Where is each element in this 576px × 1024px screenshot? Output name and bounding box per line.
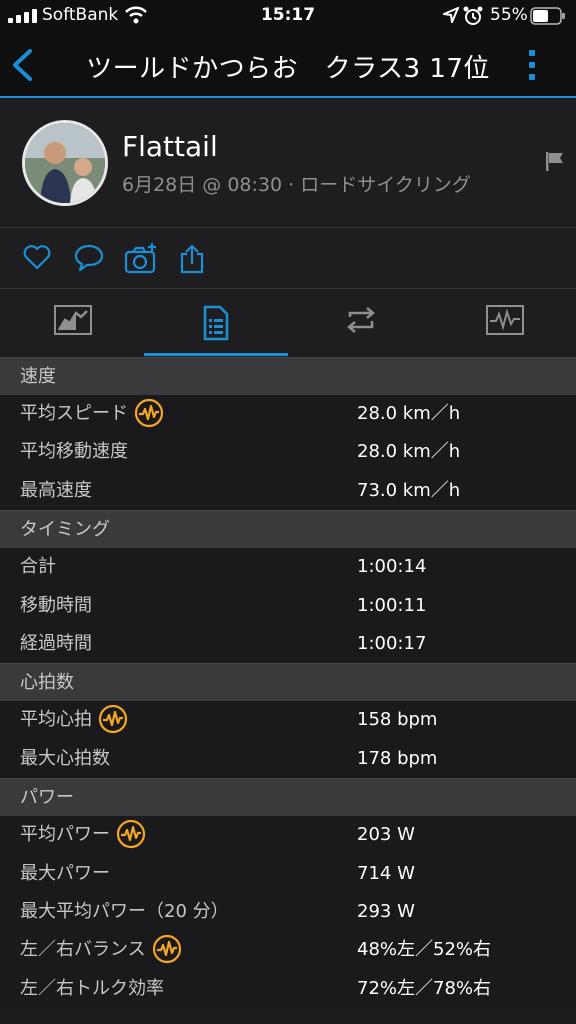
stat-label-text: 最大心拍数 (20, 747, 110, 769)
stat-row: 移動時間 1:00:11 (0, 586, 576, 625)
activity-title: ツールドかつらお クラス3 17位 (86, 54, 490, 84)
section-title: パワー (20, 787, 74, 809)
stat-value: 48%左／52%右 (357, 939, 492, 961)
section-title: 速度 (20, 366, 56, 387)
section-header: タイミング (0, 510, 576, 549)
stat-label: 平均スピード (20, 395, 164, 433)
stat-value: 72%左／78%右 (357, 977, 492, 999)
stat-label-text: 経過時間 (20, 632, 92, 654)
summary-chart-icon (54, 305, 92, 335)
activity-header: Flattail 6月28日 @ 08:30 · ロードサイクリング (0, 100, 576, 228)
stat-label: 左／右バランス (20, 931, 182, 969)
stat-row: 合計 1:00:14 (0, 548, 576, 587)
stat-row: 左／右トルク効率 72%左／78%右 (0, 969, 576, 1009)
location-arrow-icon (443, 7, 459, 23)
tab-charts[interactable] (432, 290, 576, 356)
share-icon[interactable] (178, 243, 206, 275)
stat-label: 移動時間 (20, 587, 92, 625)
performance-badge-icon[interactable] (152, 934, 182, 964)
battery-icon (530, 7, 565, 25)
stat-label: 最大平均パワー（20 分） (20, 893, 229, 931)
laps-loop-icon (347, 307, 375, 333)
stat-label: 最高速度 (20, 472, 92, 510)
stat-row: 平均スピード 28.0 km／h (0, 395, 576, 434)
stat-label-text: 最大パワー (20, 862, 110, 884)
stat-label: 経過時間 (20, 625, 92, 663)
stat-row: 最高速度 73.0 km／h (0, 471, 576, 511)
add-photo-icon[interactable] (124, 243, 158, 275)
section-header: 心拍数 (0, 663, 576, 702)
stat-value: 73.0 km／h (357, 479, 461, 501)
comment-icon[interactable] (73, 243, 105, 273)
section-title: 心拍数 (20, 672, 74, 694)
stat-row: 最大パワー 714 W (0, 854, 576, 893)
performance-badge-icon[interactable] (134, 398, 164, 428)
stat-value: 1:00:11 (357, 594, 427, 616)
stat-row: 平均移動速度 28.0 km／h (0, 433, 576, 472)
battery-percent: 55% (490, 5, 528, 25)
stat-row: 最大平均パワー（20 分） 293 W (0, 892, 576, 932)
stat-value: 28.0 km／h (357, 441, 461, 463)
stat-value: 293 W (357, 900, 415, 922)
stat-label: 合計 (20, 548, 56, 586)
section-header: 速度 (0, 357, 576, 395)
stat-label-text: 左／右トルク効率 (20, 977, 164, 999)
stat-value: 1:00:14 (357, 556, 427, 578)
status-bar: SoftBank 15:17 55% (0, 0, 576, 32)
performance-badge-icon[interactable] (116, 819, 146, 849)
stat-label-text: 最高速度 (20, 479, 92, 501)
stats-list: 速度平均スピード 28.0 km／h 平均移動速度 28.0 km／h 最高速度 73.0… (0, 357, 576, 1009)
stat-row: 平均心拍 158 bpm (0, 701, 576, 740)
stat-label-text: 最大平均パワー（20 分） (20, 900, 229, 922)
more-options-icon[interactable] (524, 48, 540, 82)
stat-value: 158 bpm (357, 709, 438, 731)
tab-overview[interactable] (0, 290, 144, 356)
athlete-name[interactable]: Flattail (122, 130, 218, 163)
navigation-bar: ツールドかつらお クラス3 17位 (0, 32, 576, 98)
stat-label-text: 移動時間 (20, 594, 92, 616)
stat-label-text: 平均移動速度 (20, 441, 128, 463)
stat-label-text: 左／右バランス (20, 939, 146, 961)
performance-badge-icon[interactable] (98, 704, 128, 734)
stat-label: 最大パワー (20, 855, 110, 893)
tab-bar (0, 290, 576, 356)
section-header: パワー (0, 778, 576, 817)
stat-label: 平均心拍 (20, 701, 128, 739)
stat-value: 178 bpm (357, 747, 438, 769)
alarm-icon (463, 6, 483, 25)
heart-icon[interactable] (22, 243, 52, 271)
stat-label: 左／右トルク効率 (20, 970, 164, 1008)
stat-value: 28.0 km／h (357, 403, 461, 424)
stat-row: 左／右バランス 48%左／52%右 (0, 931, 576, 970)
activity-date-type: 6月28日 @ 08:30 · ロードサイクリング (122, 174, 471, 196)
section-title: タイミング (20, 519, 110, 541)
activity-graph-icon (486, 305, 524, 335)
stat-label: 最大心拍数 (20, 740, 110, 778)
stat-label-text: 合計 (20, 556, 56, 578)
stat-row: 最大心拍数 178 bpm (0, 739, 576, 779)
stats-list-icon (203, 305, 229, 341)
tab-laps[interactable] (288, 290, 432, 356)
avatar[interactable] (22, 120, 108, 206)
stat-value: 1:00:17 (357, 632, 427, 654)
stat-label-text: 平均パワー (20, 824, 110, 846)
stat-label: 平均パワー (20, 816, 146, 854)
stat-label-text: 平均心拍 (20, 709, 92, 731)
flag-icon[interactable] (544, 150, 566, 172)
back-chevron-icon[interactable] (10, 48, 36, 82)
stat-label-text: 平均スピード (20, 403, 128, 424)
stat-label: 平均移動速度 (20, 433, 128, 471)
stat-row: 経過時間 1:00:17 (0, 624, 576, 664)
action-bar (0, 229, 576, 289)
tab-stats[interactable] (144, 290, 288, 356)
stat-value: 203 W (357, 824, 415, 846)
stat-row: 平均パワー 203 W (0, 816, 576, 855)
stat-value: 714 W (357, 862, 415, 884)
